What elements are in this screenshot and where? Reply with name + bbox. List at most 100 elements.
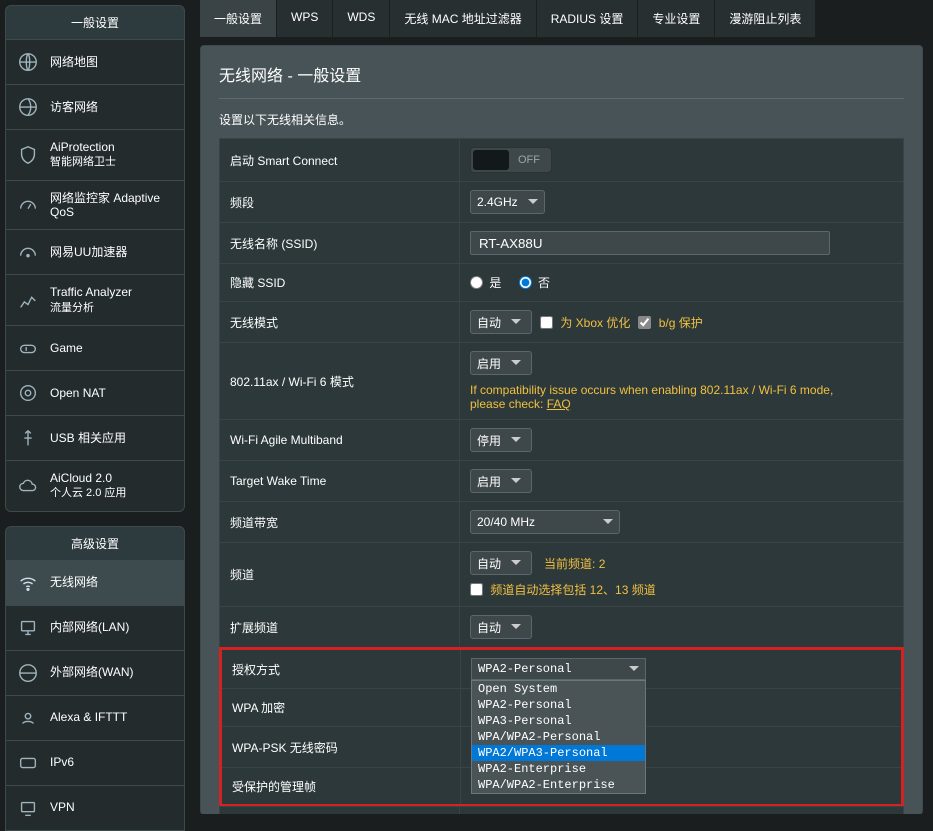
sidebar-item-traffic-analyzer[interactable]: Traffic Analyzer流量分析 bbox=[5, 275, 185, 326]
label-ssid: 无线名称 (SSID) bbox=[220, 223, 460, 264]
select-channel-bandwidth[interactable]: 20/40 MHz bbox=[470, 510, 620, 534]
chevron-down-icon bbox=[511, 478, 521, 484]
chevron-down-icon bbox=[603, 519, 613, 525]
select-auth-method[interactable]: WPA2-Personal bbox=[471, 658, 646, 680]
sidebar-label: USB 相关应用 bbox=[50, 431, 126, 445]
auth-option[interactable]: WPA2-Enterprise bbox=[472, 761, 645, 777]
tab-mac-filter[interactable]: 无线 MAC 地址过滤器 bbox=[390, 0, 536, 37]
sidebar-item-adaptive-qos[interactable]: 网络监控家 Adaptive QoS bbox=[5, 181, 185, 231]
voice-icon bbox=[16, 706, 40, 730]
toggle-smart-connect[interactable]: OFF bbox=[470, 147, 552, 173]
label-wireless-mode: 无线模式 bbox=[220, 302, 460, 343]
sidebar-item-network-map[interactable]: 网络地图 bbox=[5, 40, 185, 85]
globe-icon bbox=[16, 50, 40, 74]
label-80211ax: 802.11ax / Wi-Fi 6 模式 bbox=[220, 343, 460, 420]
tab-general[interactable]: 一般设置 bbox=[200, 0, 277, 37]
sidebar-label: Traffic Analyzer流量分析 bbox=[50, 285, 132, 315]
lan-icon bbox=[16, 616, 40, 640]
sidebar-label: Game bbox=[50, 341, 83, 355]
auth-option[interactable]: WPA/WPA2-Personal bbox=[472, 729, 645, 745]
panel-title: 无线网络 - 一般设置 bbox=[219, 62, 904, 99]
sidebar-item-uu-accelerator[interactable]: 网易UU加速器 bbox=[5, 230, 185, 275]
sidebar-item-guest-network[interactable]: 访客网络 bbox=[5, 85, 185, 130]
label-hide-ssid: 隐藏 SSID bbox=[220, 264, 460, 302]
select-ext-channel[interactable]: 自动 bbox=[470, 615, 532, 639]
tab-professional[interactable]: 专业设置 bbox=[638, 0, 715, 37]
radio-hide-yes[interactable]: 是 bbox=[470, 276, 501, 290]
tab-roaming-block[interactable]: 漫游阻止列表 bbox=[715, 0, 816, 37]
sidebar-item-aicloud[interactable]: AiCloud 2.0个人云 2.0 应用 bbox=[5, 461, 185, 512]
tab-wds[interactable]: WDS bbox=[333, 0, 390, 37]
cloud-icon bbox=[16, 474, 40, 498]
sidebar-item-usb[interactable]: USB 相关应用 bbox=[5, 416, 185, 461]
sidebar-label: 访客网络 bbox=[50, 100, 98, 114]
input-ssid[interactable] bbox=[470, 231, 830, 255]
chevron-down-icon bbox=[511, 624, 521, 630]
wan-icon bbox=[16, 661, 40, 685]
faq-link[interactable]: FAQ bbox=[547, 397, 571, 411]
label-smart-connect: 启动 Smart Connect bbox=[220, 139, 460, 182]
panel-description: 设置以下无线相关信息。 bbox=[219, 99, 904, 138]
sidebar-item-wireless[interactable]: 无线网络 bbox=[5, 561, 185, 606]
wifi-icon bbox=[16, 571, 40, 595]
chevron-down-icon bbox=[511, 560, 521, 566]
sidebar-label: IPv6 bbox=[50, 755, 74, 769]
select-agile-multiband[interactable]: 停用 bbox=[470, 428, 532, 452]
auth-option[interactable]: WPA/WPA2-Enterprise bbox=[472, 777, 645, 793]
chevron-down-icon bbox=[511, 360, 521, 366]
sidebar-label: 网络监控家 Adaptive QoS bbox=[50, 191, 174, 220]
toggle-off-text: OFF bbox=[509, 154, 549, 166]
select-wireless-mode[interactable]: 自动 bbox=[470, 310, 532, 334]
auth-option[interactable]: WPA2-Personal bbox=[472, 697, 645, 713]
sidebar-label: 网易UU加速器 bbox=[50, 245, 127, 259]
globe-lock-icon bbox=[16, 95, 40, 119]
label-group-key-interval: WPA 群组无线密码转动间隔 bbox=[220, 807, 460, 815]
sidebar-label: 内部网络(LAN) bbox=[50, 620, 129, 634]
auth-option[interactable]: WPA3-Personal bbox=[472, 713, 645, 729]
gamepad-icon bbox=[16, 336, 40, 360]
ipv6-icon bbox=[16, 751, 40, 775]
sidebar-label: Open NAT bbox=[50, 386, 106, 400]
select-twt[interactable]: 启用 bbox=[470, 469, 532, 493]
sidebar-item-game[interactable]: Game bbox=[5, 326, 185, 371]
sidebar-label: 无线网络 bbox=[50, 575, 98, 589]
radio-hide-no[interactable]: 否 bbox=[519, 276, 550, 290]
chevron-down-icon bbox=[629, 666, 639, 672]
sidebar-item-ipv6[interactable]: IPv6 bbox=[5, 741, 185, 786]
sidebar-item-lan[interactable]: 内部网络(LAN) bbox=[5, 606, 185, 651]
auth-dropdown: Open System WPA2-Personal WPA3-Personal … bbox=[471, 680, 646, 794]
sidebar-item-aiprotection[interactable]: AiProtection智能网络卫士 bbox=[5, 130, 185, 181]
label-pmf: 受保护的管理帧 bbox=[221, 768, 461, 806]
tab-radius[interactable]: RADIUS 设置 bbox=[537, 0, 639, 37]
gauge-icon bbox=[16, 193, 40, 217]
label-twt: Target Wake Time bbox=[220, 461, 460, 502]
select-band[interactable]: 2.4GHz bbox=[470, 190, 545, 214]
label-band: 频段 bbox=[220, 182, 460, 223]
checkbox-channel-12-13[interactable]: 频道自动选择包括 12、13 频道 bbox=[470, 583, 656, 597]
tab-wps[interactable]: WPS bbox=[277, 0, 333, 37]
sidebar-label: 外部网络(WAN) bbox=[50, 665, 134, 679]
sidebar-header-general: 一般设置 bbox=[5, 5, 185, 40]
tab-bar: 一般设置 WPS WDS 无线 MAC 地址过滤器 RADIUS 设置 专业设置… bbox=[200, 0, 923, 37]
checkbox-bg-protect[interactable]: b/g 保护 bbox=[638, 314, 702, 331]
chart-icon bbox=[16, 288, 40, 312]
auth-option-selected[interactable]: WPA2/WPA3-Personal bbox=[472, 745, 645, 761]
sidebar-item-wan[interactable]: 外部网络(WAN) bbox=[5, 651, 185, 696]
select-80211ax[interactable]: 启用 bbox=[470, 351, 532, 375]
checkbox-xbox-optimize[interactable]: 为 Xbox 优化 bbox=[540, 314, 630, 331]
auth-option[interactable]: Open System bbox=[472, 681, 645, 697]
shield-icon bbox=[16, 143, 40, 167]
chevron-down-icon bbox=[528, 199, 538, 205]
sidebar-item-open-nat[interactable]: Open NAT bbox=[5, 371, 185, 416]
sidebar-label: Alexa & IFTTT bbox=[50, 710, 127, 724]
sidebar-item-vpn[interactable]: VPN bbox=[5, 786, 185, 831]
sidebar-label: AiCloud 2.0个人云 2.0 应用 bbox=[50, 471, 126, 501]
ax-compat-note: If compatibility issue occurs when enabl… bbox=[470, 383, 870, 411]
vpn-icon bbox=[16, 796, 40, 820]
label-channel: 频道 bbox=[220, 543, 460, 607]
label-wpa-encryption: WPA 加密 bbox=[221, 689, 461, 727]
sidebar-item-alexa-ifttt[interactable]: Alexa & IFTTT bbox=[5, 696, 185, 741]
chevron-down-icon bbox=[511, 319, 521, 325]
label-wpa-psk: WPA-PSK 无线密码 bbox=[221, 727, 461, 768]
select-channel[interactable]: 自动 bbox=[470, 551, 532, 575]
